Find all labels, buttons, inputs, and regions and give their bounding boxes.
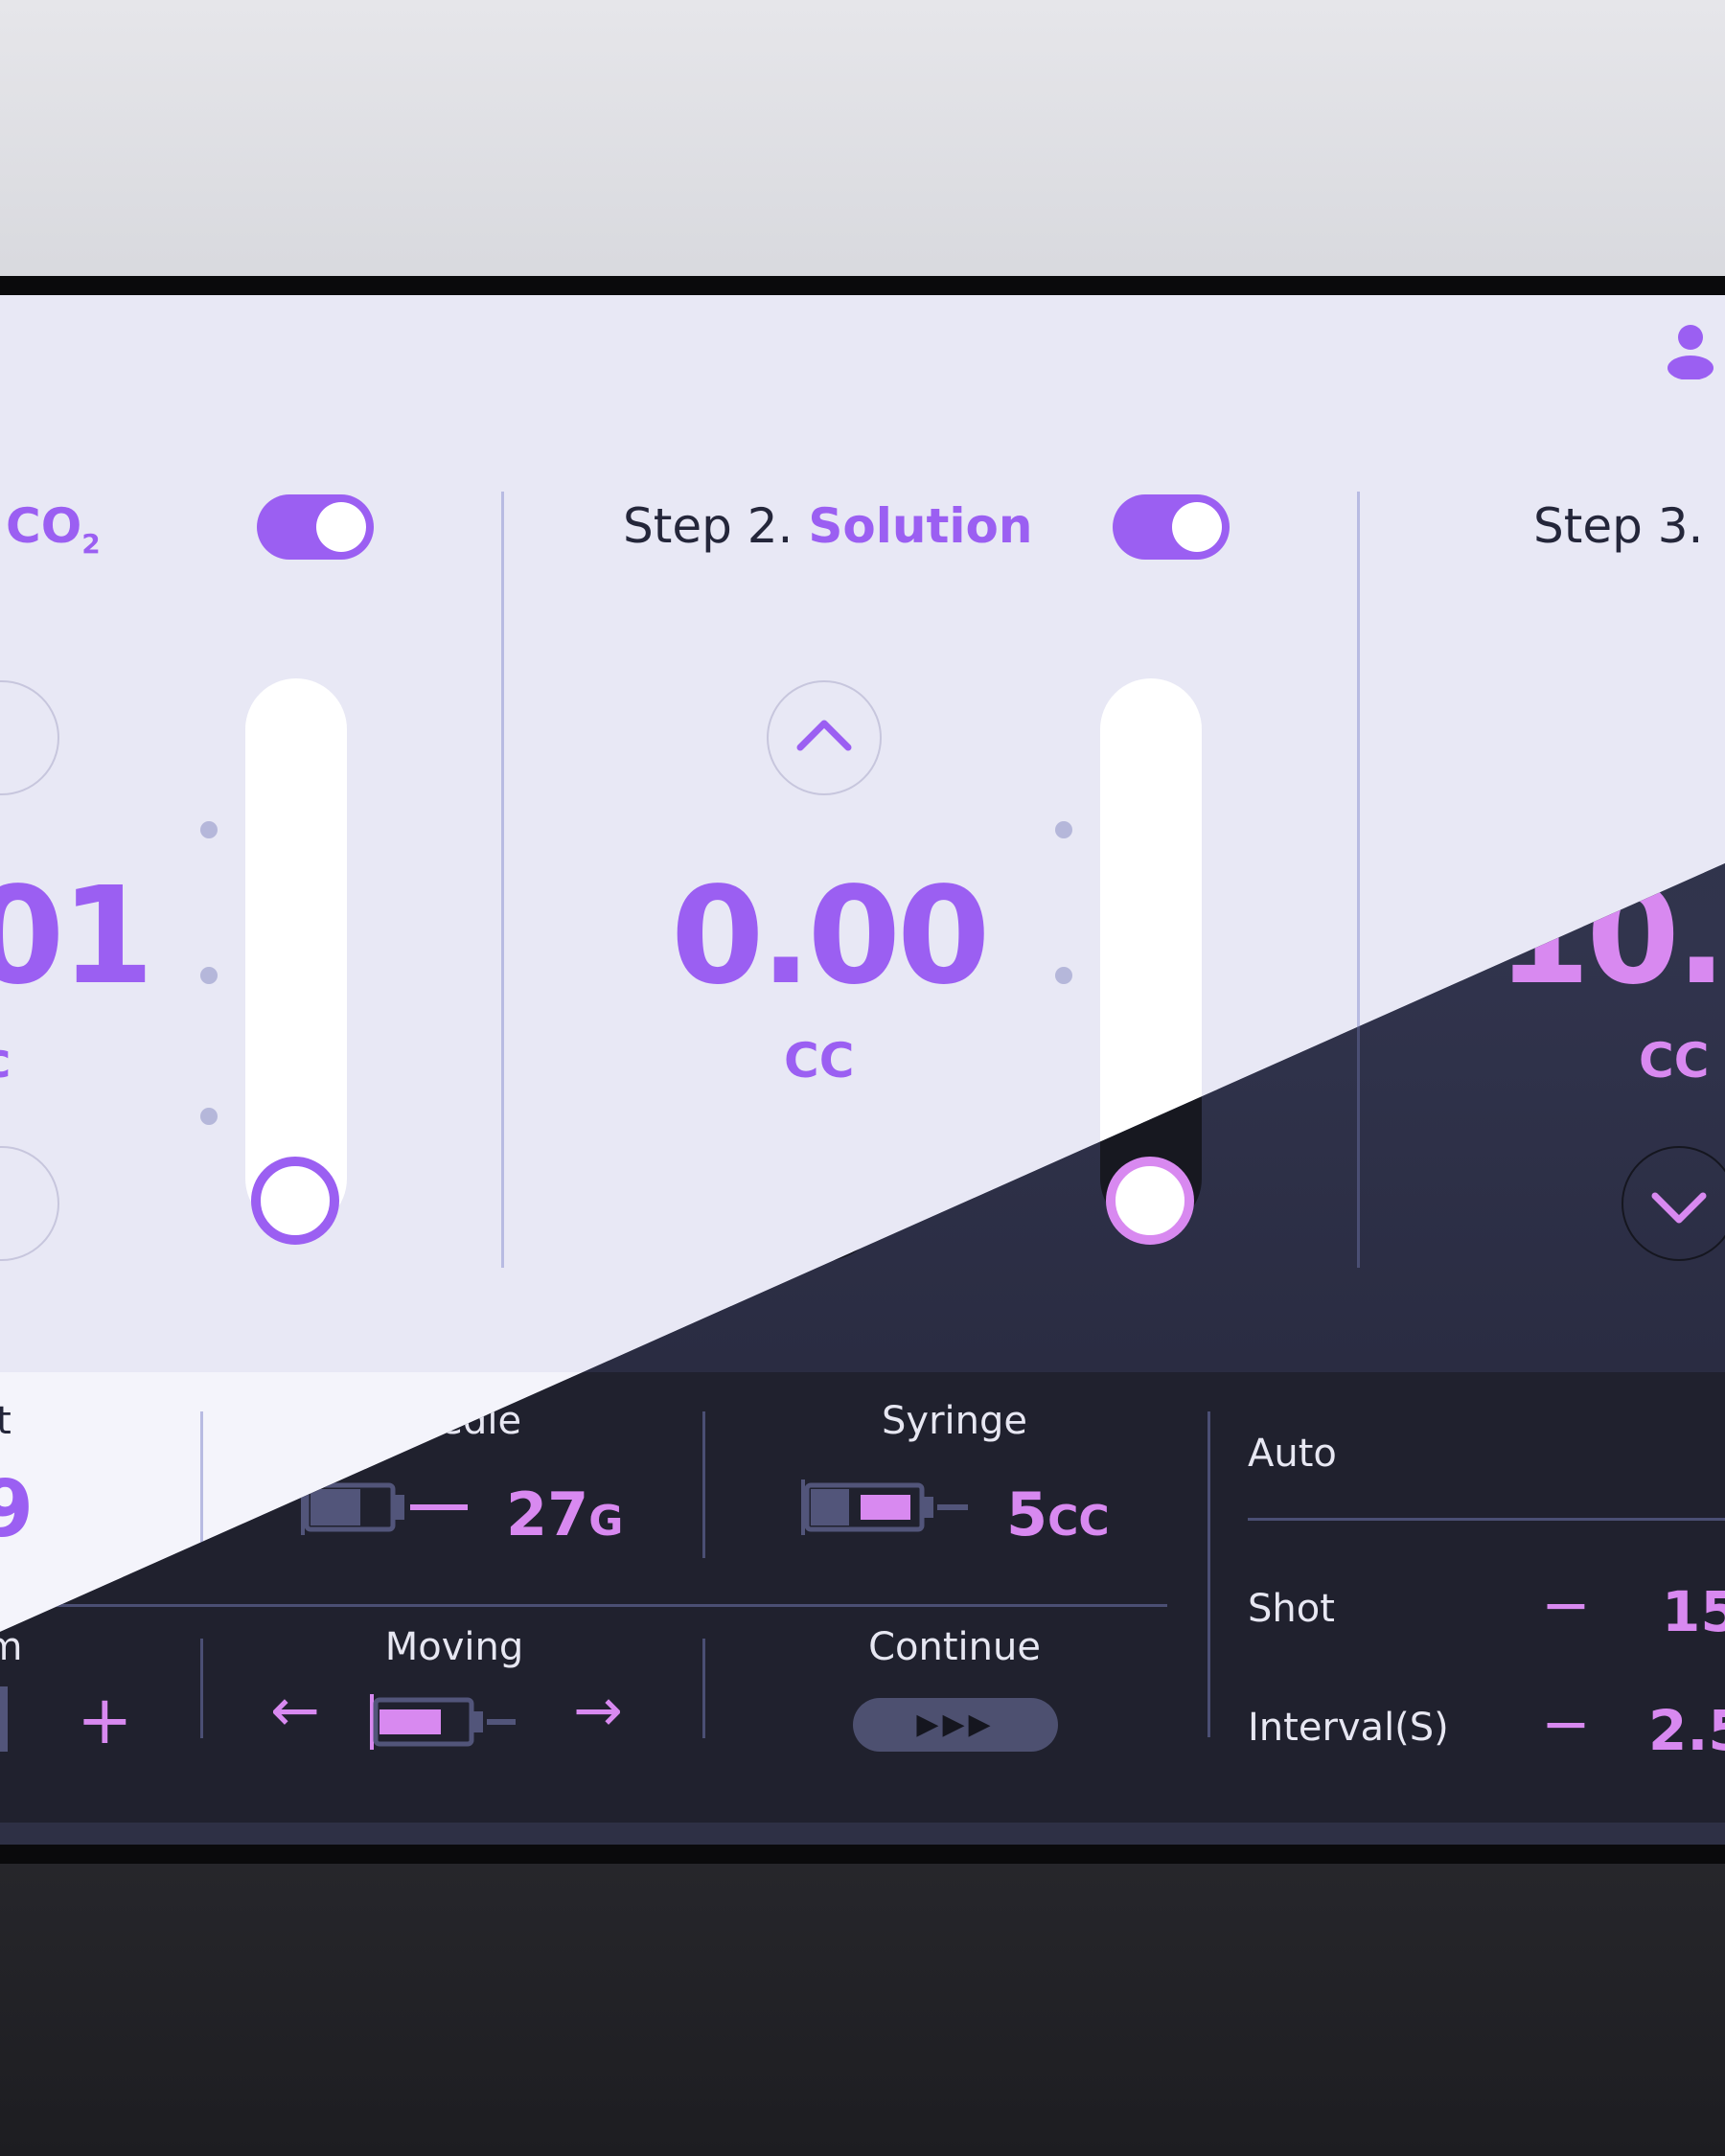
bottom-divider bbox=[702, 1411, 705, 1558]
needle-value: 27G bbox=[506, 1479, 623, 1549]
syringe-icon bbox=[801, 1479, 968, 1535]
syringe-label: Syringe bbox=[882, 1399, 1027, 1443]
step2-slider-dot bbox=[1055, 821, 1072, 838]
step1-slider-dot bbox=[200, 821, 218, 838]
step3-down-button[interactable] bbox=[1622, 1146, 1725, 1261]
left-top-label: t bbox=[0, 1399, 12, 1443]
step3-unit: CC bbox=[1639, 1033, 1710, 1089]
device-frame: CO2 01 c Step 2. Solution 0.00 CC Step 3… bbox=[0, 276, 1725, 1864]
syringe-value: 5CC bbox=[1006, 1479, 1110, 1549]
needle-number: 27 bbox=[506, 1479, 589, 1549]
moving-label: Moving bbox=[384, 1625, 524, 1669]
step1-name: CO bbox=[6, 498, 82, 554]
shot-label: Shot bbox=[1248, 1587, 1335, 1631]
bottom-divider bbox=[702, 1639, 705, 1738]
screen: CO2 01 c Step 2. Solution 0.00 CC Step 3… bbox=[0, 295, 1725, 1845]
syringe-number: 5 bbox=[1006, 1479, 1048, 1549]
syringe-suffix: CC bbox=[1047, 1497, 1110, 1546]
needle-suffix: G bbox=[588, 1497, 624, 1546]
step3-number: Step 3. bbox=[1533, 498, 1704, 554]
step1-slider-track[interactable] bbox=[245, 678, 347, 1229]
step1-title: CO2 bbox=[6, 498, 101, 560]
continue-button[interactable]: ▶▶▶ bbox=[853, 1698, 1058, 1752]
background-light bbox=[0, 0, 1725, 287]
step2-unit: CC bbox=[784, 1033, 855, 1089]
bottom-hdivider bbox=[0, 1604, 1167, 1607]
bottom-divider bbox=[200, 1411, 203, 1558]
step1-value: 01 bbox=[0, 859, 154, 1015]
step1-subscript: 2 bbox=[81, 528, 101, 560]
step1-slider-dot bbox=[200, 1108, 218, 1125]
step2-name: Solution bbox=[808, 498, 1033, 554]
bottom-strip bbox=[0, 1823, 1725, 1845]
move-right-button[interactable]: → bbox=[573, 1675, 623, 1745]
continue-label: Continue bbox=[868, 1625, 1041, 1669]
step1-slider-dot bbox=[200, 967, 218, 984]
shot-minus-button[interactable]: − bbox=[1541, 1570, 1591, 1640]
auto-divider bbox=[1248, 1518, 1725, 1521]
auto-label: Auto bbox=[1248, 1432, 1337, 1476]
interval-label: Interval(S) bbox=[1248, 1706, 1449, 1750]
move-left-button[interactable]: ← bbox=[270, 1675, 320, 1745]
step2-slider-dot bbox=[1055, 967, 1072, 984]
step2-toggle[interactable] bbox=[1113, 494, 1230, 560]
step1-slider-thumb[interactable] bbox=[251, 1157, 339, 1245]
step2-title: Step 2. Solution bbox=[623, 498, 1032, 554]
chevron-up-icon bbox=[796, 720, 852, 751]
left-bottom-bar bbox=[0, 1686, 8, 1752]
step2-number: Step 2. bbox=[623, 498, 794, 554]
step2-up-button[interactable] bbox=[767, 680, 882, 795]
chevron-down-icon bbox=[1651, 1192, 1707, 1224]
step-divider bbox=[501, 492, 504, 1268]
bottom-divider bbox=[1208, 1411, 1210, 1737]
user-icon[interactable] bbox=[1666, 322, 1715, 379]
plus-button[interactable]: + bbox=[77, 1681, 133, 1759]
left-bottom-label: m bbox=[0, 1625, 23, 1669]
step2-value: 0.00 bbox=[671, 859, 990, 1015]
interval-value[interactable]: 2.5 bbox=[1648, 1698, 1725, 1763]
bottom-divider bbox=[200, 1639, 203, 1738]
left-top-value: 9 bbox=[0, 1464, 34, 1555]
plunger-icon bbox=[370, 1694, 516, 1750]
step2-slider-thumb[interactable] bbox=[1106, 1157, 1194, 1245]
step3-title: Step 3. bbox=[1533, 498, 1703, 554]
step1-toggle[interactable] bbox=[257, 494, 374, 560]
step1-unit: c bbox=[0, 1033, 12, 1089]
interval-minus-button[interactable]: − bbox=[1541, 1688, 1591, 1758]
background-dark bbox=[0, 1864, 1725, 2156]
shot-value[interactable]: 15 bbox=[1662, 1579, 1725, 1644]
